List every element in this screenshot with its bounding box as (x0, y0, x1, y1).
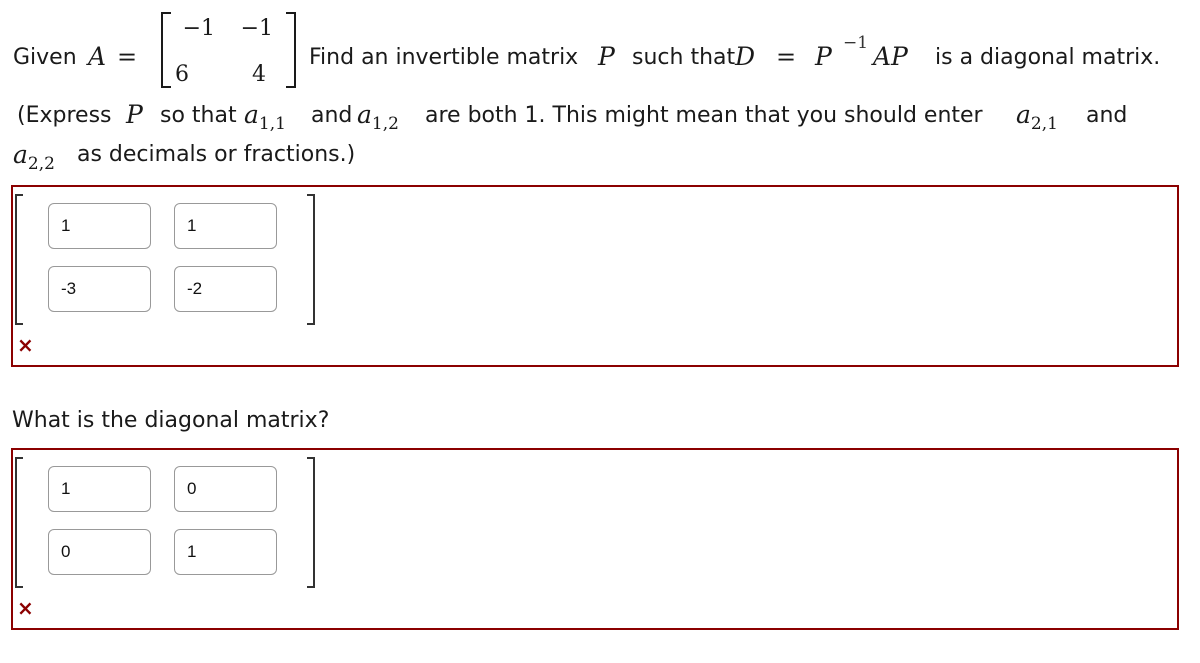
and-text-2: and (1086, 103, 1128, 128)
answer-d-right-bracket (307, 457, 315, 588)
a12-symbol: a1,2 (357, 100, 399, 134)
instruction-open: (Express (17, 103, 112, 128)
incorrect-icon: × (17, 333, 34, 357)
matrix-a-cell-1-2: −1 (240, 16, 273, 41)
matrix-a-cell-2-1: 6 (175, 62, 189, 87)
matrix-a-cell-1-1: −1 (182, 16, 215, 41)
d-input-1-1[interactable] (48, 466, 151, 512)
p-input-2-2[interactable] (174, 266, 277, 312)
question-2-prompt: What is the diagonal matrix? (12, 408, 330, 433)
and-text-1: and (311, 103, 353, 128)
d-input-1-2[interactable] (174, 466, 277, 512)
d-input-2-2[interactable] (174, 529, 277, 575)
answer-p-right-bracket (307, 194, 315, 325)
a11-symbol: a1,1 (244, 100, 286, 134)
given-label: Given (13, 45, 77, 70)
matrix-a-symbol: A (88, 42, 107, 71)
matrix-a-cell-2-2: 4 (252, 62, 266, 87)
ap-symbol: AP (873, 42, 908, 71)
so-that-text: so that (160, 103, 237, 128)
d-symbol: D (735, 42, 756, 71)
p-symbol-3: P (126, 100, 143, 129)
inverse-superscript: −1 (843, 33, 869, 53)
d-input-2-1[interactable] (48, 529, 151, 575)
such-that-text: such that (632, 45, 736, 70)
p-input-1-1[interactable] (48, 203, 151, 249)
find-text: Find an invertible matrix (309, 45, 579, 70)
answer-box-d: × (11, 448, 1179, 630)
matrix-a-right-bracket (286, 12, 296, 88)
instruction-mid: are both 1. This might mean that you sho… (425, 103, 983, 128)
a21-symbol: a2,1 (1016, 100, 1058, 134)
p-symbol-2: P (815, 42, 832, 71)
p-input-2-1[interactable] (48, 266, 151, 312)
a22-symbol: a2,2 (13, 140, 55, 174)
equals-sign-2: = (776, 43, 797, 71)
question-line-1: Given A = −1 −1 6 4 Find an invertible m… (0, 0, 1200, 88)
answer-d-left-bracket (15, 457, 23, 588)
equals-sign: = (117, 43, 138, 71)
tail-text: is a diagonal matrix. (935, 45, 1161, 70)
answer-box-p: × (11, 185, 1179, 367)
p-symbol: P (598, 42, 615, 71)
incorrect-icon: × (17, 596, 34, 620)
answer-p-left-bracket (15, 194, 23, 325)
p-input-1-2[interactable] (174, 203, 277, 249)
instruction-end: as decimals or fractions.) (77, 142, 356, 167)
